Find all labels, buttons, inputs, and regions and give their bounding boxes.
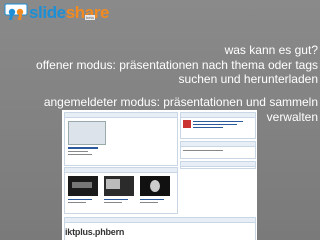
link-line [104, 199, 128, 200]
slideshare-logo: slideshare beta [4, 3, 110, 23]
screenshot-panel-favorites [64, 167, 178, 214]
slide-line-open-mode: offener modus: präsentationen nach thema… [36, 58, 318, 72]
text-line [68, 202, 86, 203]
link-line [68, 199, 92, 200]
thumbnail-link-line [68, 147, 98, 149]
thumbnail-detail [106, 179, 120, 189]
text-line [140, 202, 158, 203]
screenshot-panel-right-middle [180, 141, 256, 159]
link-line [140, 199, 164, 200]
presentation-thumbnail [140, 176, 170, 196]
slide-question: was kann es gut? [224, 43, 318, 57]
panel-header [65, 168, 177, 173]
thumbnail-meta-line [68, 154, 92, 155]
logo-wordmark: slideshare [29, 3, 110, 23]
panel-header [65, 113, 177, 118]
slide-line-logged-in-mode: angemeldeter modus: präsentationen und s… [43, 95, 318, 109]
screenshot-brand-text: iktplus.phbern [65, 227, 125, 237]
panel-header [181, 142, 255, 147]
logo-beta-badge: beta [85, 15, 95, 20]
link-line [193, 121, 243, 122]
slide-line-manage: verwalten [266, 110, 318, 124]
slideshare-screenshot [62, 110, 257, 240]
panel-header [65, 218, 255, 223]
presentation-thumbnail [68, 176, 98, 196]
slideshare-logo-icon [4, 3, 28, 20]
text-line [104, 202, 122, 203]
logo-word-slide: slide [29, 3, 66, 22]
panel-header [181, 162, 255, 167]
presentation-thumbnail [104, 176, 134, 196]
presentation-thumbnail [68, 121, 106, 145]
text-line [183, 150, 223, 151]
screenshot-panel-right-bottom [180, 161, 256, 169]
screenshot-panel-uploads [64, 112, 178, 166]
thumbnail-detail [72, 182, 92, 188]
slide-line-search-download: suchen und herunterladen [178, 72, 318, 86]
panel-header [181, 113, 255, 118]
link-line [193, 127, 223, 128]
link-line [193, 124, 237, 125]
screenshot-panel-right-top [180, 112, 256, 139]
thumbnail-meta-line [68, 151, 88, 152]
thumbnail-detail [150, 180, 160, 192]
user-avatar [183, 120, 191, 128]
